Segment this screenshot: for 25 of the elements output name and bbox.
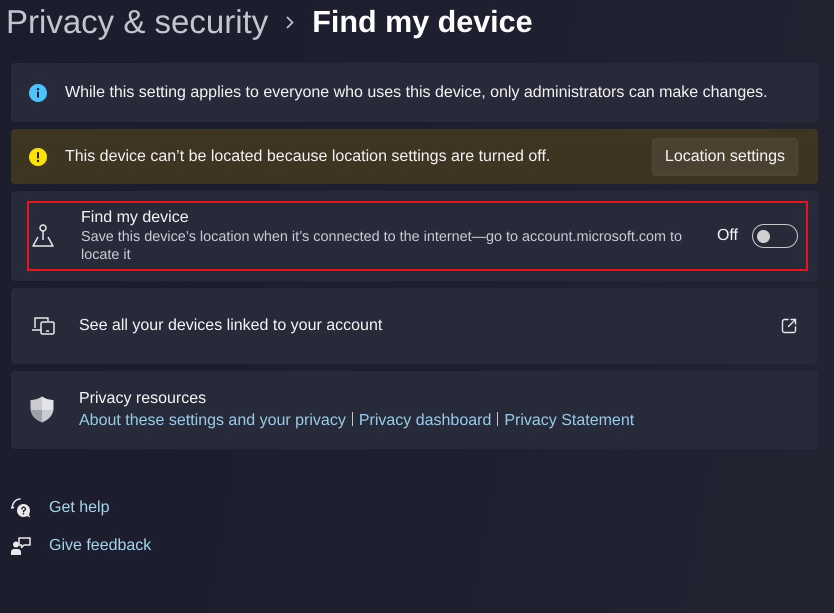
- pin-on-base-icon: [31, 224, 55, 248]
- help-bubble-icon: [11, 498, 31, 518]
- help-link[interactable]: Give feedback: [49, 536, 152, 556]
- toggle-state-label: Off: [716, 227, 738, 245]
- setting-description: Save this device’s location when it’s connected to the internet—go to account.microsoft.com to locate it: [81, 228, 684, 264]
- devices-icon: [31, 316, 55, 336]
- feedback-person-icon: [11, 537, 31, 555]
- external-link-icon: [781, 318, 797, 334]
- banner-text: This device can’t be located because location settings are turned off.: [65, 148, 552, 166]
- warning-icon: [29, 148, 47, 166]
- page-title: Find my device: [312, 4, 533, 41]
- privacy-link[interactable]: Privacy dashboard: [358, 412, 492, 430]
- banner-text: While this setting applies to everyone who uses this device, only administrators can make changes.: [65, 84, 769, 102]
- chevron-right-icon: [286, 16, 294, 28]
- privacy-link[interactable]: About these settings and your privacy: [79, 412, 346, 430]
- location-settings-button[interactable]: Location settings: [652, 138, 798, 176]
- breadcrumb-parent[interactable]: Privacy & security: [6, 2, 268, 42]
- setting-title: Find my device: [81, 208, 190, 228]
- linked-devices-row[interactable]: See all your devices linked to your account: [11, 288, 818, 364]
- privacy-link[interactable]: Privacy Statement: [504, 412, 634, 430]
- help-link[interactable]: Get help: [49, 498, 110, 518]
- setting-title: Privacy resources: [79, 388, 208, 408]
- info-icon: [29, 84, 47, 102]
- shield-icon: [30, 396, 54, 422]
- toggle-switch[interactable]: [752, 224, 798, 248]
